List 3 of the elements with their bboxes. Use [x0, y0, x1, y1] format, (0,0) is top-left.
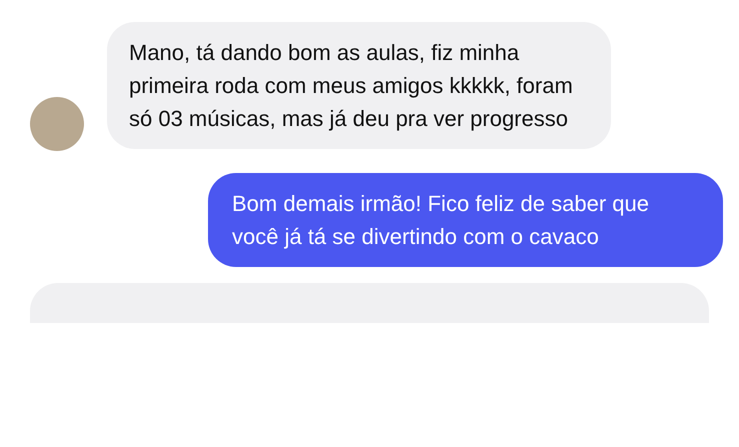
message-text: Bom demais irmão! Fico feliz de saber que você já tá se divertindo com o cavaco: [208, 173, 723, 267]
message-text: Mano, tá dando bom as aulas, fiz minha primeira roda com meus amigos kkkkk, foram só 03 músicas, mas já deu pra ver progresso: [107, 22, 611, 149]
avatar-placeholder: [30, 97, 84, 151]
